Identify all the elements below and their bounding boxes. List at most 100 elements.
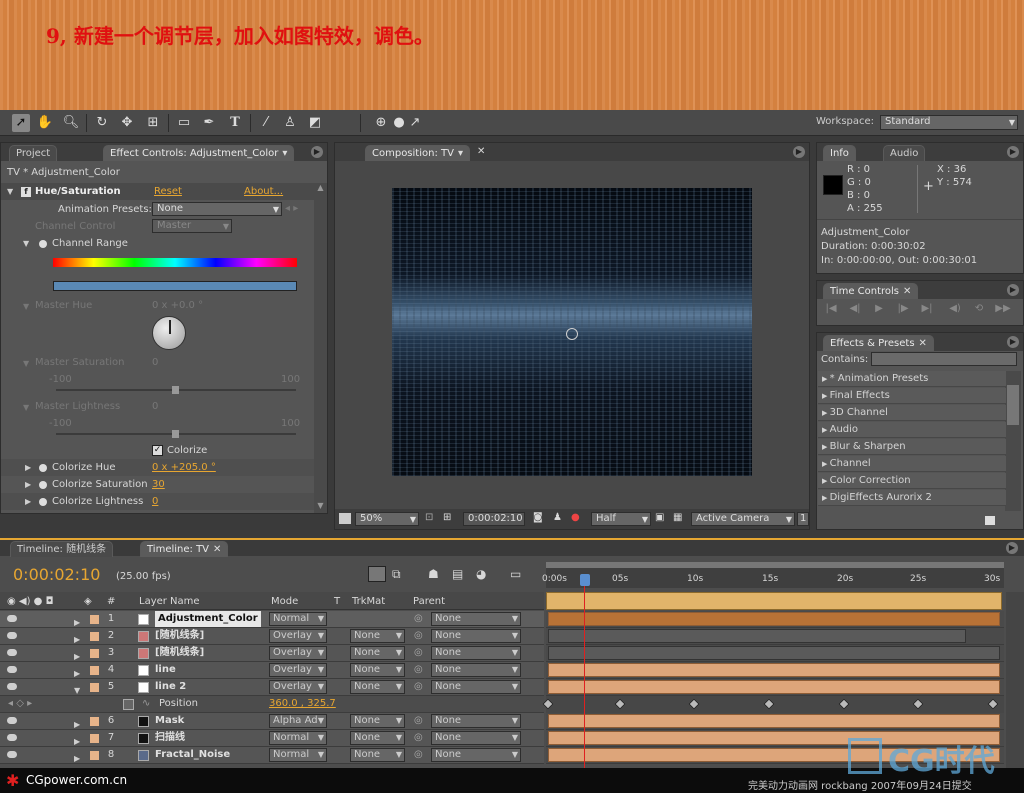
parent-select[interactable]: None ▼ (431, 680, 521, 694)
snapshot-icon[interactable]: ◙ (533, 512, 543, 523)
visibility-eye-icon[interactable] (7, 649, 17, 656)
visibility-eye-icon[interactable] (7, 717, 17, 724)
tab-info[interactable]: Info (823, 145, 856, 161)
expand-triangle-icon[interactable]: ▶ (822, 426, 830, 434)
parent-select[interactable]: None ▼ (431, 612, 521, 626)
close-icon[interactable]: ▾ (282, 148, 287, 159)
expand-triangle-icon[interactable]: ▶ (822, 494, 830, 502)
blend-mode-select[interactable]: Alpha Ad ▼ (269, 714, 327, 728)
stopwatch-icon[interactable] (39, 240, 47, 248)
close-icon[interactable]: ✕ (477, 146, 485, 157)
workspace-select[interactable]: Standard ▼ (880, 115, 1018, 130)
slider-knob[interactable] (172, 430, 179, 438)
stopwatch-icon[interactable] (123, 699, 134, 710)
stopwatch-icon[interactable] (39, 498, 47, 506)
effects-scrollbar[interactable] (1005, 371, 1021, 511)
current-time-display[interactable]: 0:00:02:10 (463, 512, 525, 526)
layer-row[interactable]: ▶ 8 Fractal_Noise Normal ▼ None ▼ ◎ None ▼ (0, 747, 544, 764)
parent-pickwhip-icon[interactable]: ◎ (414, 611, 423, 627)
label-color-swatch[interactable] (90, 666, 99, 675)
layer-duration-bar[interactable] (548, 714, 1000, 728)
panel-menu-icon[interactable]: ▶ (1007, 146, 1019, 158)
blend-mode-select[interactable]: Overlay ▼ (269, 663, 327, 677)
motion-blur-icon[interactable]: ◕ (476, 567, 486, 581)
hand-tool-icon[interactable]: ✋ (36, 114, 54, 132)
panel-menu-icon[interactable]: ▶ (1007, 284, 1019, 296)
ram-preview-icon[interactable]: ▶▶ (994, 303, 1012, 315)
panel-menu-icon[interactable]: ▶ (1006, 542, 1018, 554)
blend-mode-select[interactable]: Overlay ▼ (269, 646, 327, 660)
layer-name[interactable]: Mask (155, 713, 184, 729)
panel-menu-icon[interactable]: ▶ (311, 146, 323, 158)
track-matte-select[interactable]: None ▼ (350, 748, 405, 762)
layer-name[interactable]: line 2 (155, 679, 186, 695)
reset-link[interactable]: Reset (154, 186, 182, 197)
tab-audio[interactable]: Audio (883, 145, 926, 161)
expand-triangle-icon[interactable]: ▼ (23, 302, 29, 311)
current-time-indicator[interactable] (580, 574, 590, 586)
panel-menu-icon[interactable]: ▶ (1007, 336, 1019, 348)
layer-name[interactable]: Adjustment_Color (155, 611, 261, 627)
show-snapshot-icon[interactable]: ♟ (553, 512, 562, 523)
chevron-down-icon[interactable]: ▾ (458, 148, 463, 159)
anchor-point-icon[interactable] (566, 328, 578, 340)
orbit-tool-icon[interactable]: ⊕ (372, 114, 390, 132)
layer-row[interactable]: ▶ 4 line Overlay ▼ None ▼ ◎ None ▼ (0, 662, 544, 679)
layer-name[interactable]: Fractal_Noise (155, 747, 230, 763)
layer-name[interactable]: 扫描线 (155, 730, 185, 746)
layer-row[interactable]: ▶ 2 [随机线条] Overlay ▼ None ▼ ◎ None ▼ (0, 628, 544, 645)
visibility-eye-icon[interactable] (7, 751, 17, 758)
loop-icon[interactable]: ⟲ (970, 303, 988, 315)
last-frame-icon[interactable]: ▶| (918, 303, 936, 315)
keyframe-nav-icon[interactable]: ◂ ◇ ▸ (8, 698, 32, 709)
expand-triangle-icon[interactable]: ▶ (74, 751, 80, 767)
magnification-select[interactable]: 50% ▼ (355, 512, 419, 526)
tab-composition[interactable]: Composition: TV ▾ (365, 145, 470, 161)
view-layout-select[interactable]: 1 (797, 512, 809, 526)
preset-nav-icon[interactable]: ◂ ▸ (285, 203, 298, 214)
type-tool-icon[interactable]: T (226, 114, 244, 132)
camera-view-select[interactable]: Active Camera ▼ (691, 512, 795, 526)
stopwatch-icon[interactable] (39, 464, 47, 472)
expand-triangle-icon[interactable]: ▶ (25, 480, 31, 489)
panel-menu-icon[interactable]: ▶ (793, 146, 805, 158)
label-color-swatch[interactable] (90, 649, 99, 658)
layer-duration-bar[interactable] (548, 680, 1000, 694)
pen-tool-icon[interactable]: ✒ (200, 114, 218, 132)
first-frame-icon[interactable]: |◀ (822, 303, 840, 315)
label-color-swatch[interactable] (90, 615, 99, 624)
track-matte-select[interactable]: None ▼ (350, 663, 405, 677)
label-color-swatch[interactable] (90, 751, 99, 760)
layer-duration-bar[interactable] (548, 629, 966, 643)
effects-list-item[interactable]: ▶ Blur & Sharpen (818, 439, 1006, 455)
expand-triangle-icon[interactable]: ▶ (822, 477, 830, 485)
brush-tool-icon[interactable]: ⁄ (257, 114, 275, 132)
parent-pickwhip-icon[interactable]: ◎ (414, 662, 423, 678)
work-area-span[interactable] (546, 592, 1002, 610)
parent-pickwhip-icon[interactable]: ◎ (414, 713, 423, 729)
fx-icon[interactable]: f (21, 187, 31, 197)
visibility-eye-icon[interactable] (7, 666, 17, 673)
label-color-swatch[interactable] (90, 717, 99, 726)
layer-duration-bar[interactable] (548, 646, 1000, 660)
contains-search-input[interactable] (871, 352, 1017, 366)
expand-triangle-icon[interactable]: ▶ (25, 497, 31, 506)
layer-row[interactable]: ▶ 6 Mask Alpha Ad ▼ None ▼ ◎ None ▼ (0, 713, 544, 730)
layer-row[interactable]: ▼ 5 line 2 Overlay ▼ None ▼ ◎ None ▼ (0, 679, 544, 696)
track-matte-select[interactable]: None ▼ (350, 646, 405, 660)
layer-row[interactable]: ▶ 1 Adjustment_Color Normal ▼ ◎ None ▼ (0, 611, 544, 628)
close-icon[interactable]: ✕ (903, 286, 911, 297)
expand-triangle-icon[interactable]: ▶ (822, 392, 830, 400)
layer-row[interactable]: ▶ 3 [随机线条] Overlay ▼ None ▼ ◎ None ▼ (0, 645, 544, 662)
effects-list-item[interactable]: ▶ * Animation Presets (818, 371, 1006, 387)
visibility-eye-icon[interactable] (7, 632, 17, 639)
effects-list-item[interactable]: ▶ Color Correction (818, 473, 1006, 489)
tab-effects-presets[interactable]: Effects & Presets ✕ (823, 335, 934, 351)
effects-list-item[interactable]: ▶ Channel (818, 456, 1006, 472)
play-icon[interactable]: ▶ (870, 303, 888, 315)
track-matte-select[interactable]: None ▼ (350, 714, 405, 728)
colorize-saturation-value[interactable]: 30 (152, 479, 165, 490)
track-matte-select[interactable]: None ▼ (350, 731, 405, 745)
visibility-eye-icon[interactable] (7, 615, 17, 622)
previous-frame-icon[interactable]: ◀| (846, 303, 864, 315)
